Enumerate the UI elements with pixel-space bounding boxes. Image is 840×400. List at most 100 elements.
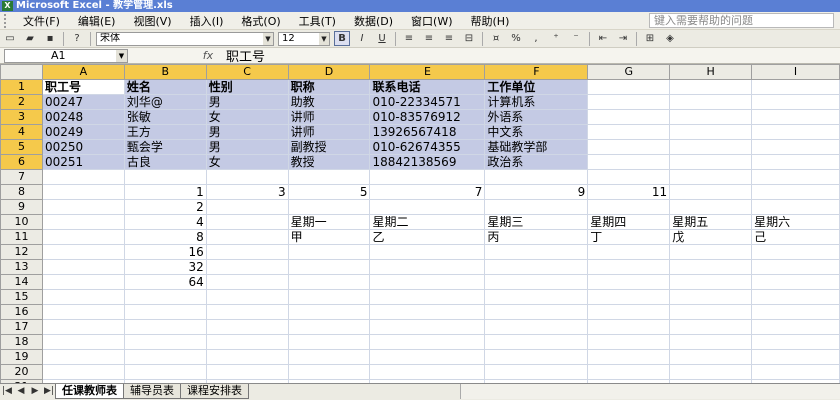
menu-file[interactable]: 文件(F) [14,13,69,29]
align-right-icon[interactable]: ≡ [441,31,457,46]
bold-button[interactable]: B [334,31,350,46]
cell-a10[interactable] [41,214,125,230]
cell-g11[interactable]: 丁 [587,229,671,245]
cell-c14[interactable] [205,274,289,290]
cell-d14[interactable] [287,274,371,290]
row-header-15[interactable]: 15 [0,289,43,305]
cell-a18[interactable] [41,334,125,350]
cell-d18[interactable] [287,334,371,350]
help-icon[interactable]: ? [69,31,85,46]
cell-i11[interactable]: 己 [751,229,840,245]
new-document-icon[interactable]: ▭ [2,31,18,46]
cell-d20[interactable] [287,364,371,380]
cell-e5[interactable]: 010-62674355 [369,139,486,155]
cell-a19[interactable] [41,349,125,365]
cell-e4[interactable]: 13926567418 [369,124,486,140]
decrease-indent-icon[interactable]: ⇤ [595,31,611,46]
row-header-14[interactable]: 14 [0,274,43,290]
cell-h6[interactable] [669,154,753,170]
borders-icon[interactable]: ⊞ [642,31,658,46]
cell-d11[interactable]: 甲 [287,229,371,245]
cell-b16[interactable] [123,304,207,320]
cell-e8[interactable]: 7 [369,184,486,200]
cell-d16[interactable] [287,304,371,320]
column-header-g[interactable]: G [587,64,671,80]
fill-color-icon[interactable]: ◈ [662,31,678,46]
cell-d13[interactable] [287,259,371,275]
row-header-7[interactable]: 7 [0,169,43,185]
cell-i17[interactable] [751,319,840,335]
cell-a3[interactable]: 00248 [41,109,125,125]
cell-i5[interactable] [751,139,840,155]
cell-c5[interactable]: 男 [205,139,289,155]
align-center-icon[interactable]: ≡ [421,31,437,46]
cell-d19[interactable] [287,349,371,365]
cell-g2[interactable] [587,94,671,110]
cell-c19[interactable] [205,349,289,365]
menu-insert[interactable]: 插入(I) [181,13,233,29]
cell-i6[interactable] [751,154,840,170]
percent-button[interactable]: % [508,31,524,46]
cell-i10[interactable]: 星期六 [751,214,840,230]
cell-f17[interactable] [484,319,589,335]
cell-g16[interactable] [587,304,671,320]
cell-a20[interactable] [41,364,125,380]
cell-b20[interactable] [123,364,207,380]
increase-indent-icon[interactable]: ⇥ [615,31,631,46]
cell-g19[interactable] [587,349,671,365]
cell-h17[interactable] [669,319,753,335]
cell-i4[interactable] [751,124,840,140]
cell-g3[interactable] [587,109,671,125]
row-header-16[interactable]: 16 [0,304,43,320]
column-header-d[interactable]: D [287,64,371,80]
cell-b18[interactable] [123,334,207,350]
cell-e1[interactable]: 联系电话 [369,79,486,95]
cell-f2[interactable]: 计算机系 [484,94,589,110]
cell-b5[interactable]: 甄会学 [123,139,207,155]
row-header-18[interactable]: 18 [0,334,43,350]
increase-decimal-icon[interactable]: ⁺ [548,31,564,46]
cell-b9[interactable]: 2 [123,199,207,215]
cell-b3[interactable]: 张敏 [123,109,207,125]
row-header-4[interactable]: 4 [0,124,43,140]
cell-f4[interactable]: 中文系 [484,124,589,140]
cell-d9[interactable] [287,199,371,215]
cell-h7[interactable] [669,169,753,185]
cell-b12[interactable]: 16 [123,244,207,260]
cell-a14[interactable] [41,274,125,290]
column-header-e[interactable]: E [369,64,486,80]
horizontal-scrollbar[interactable] [460,384,840,399]
cell-f1[interactable]: 工作单位 [484,79,589,95]
cell-h15[interactable] [669,289,753,305]
cell-f18[interactable] [484,334,589,350]
help-search-input[interactable]: 键入需要帮助的问题 [649,13,834,28]
chevron-down-icon[interactable]: ▼ [116,49,127,62]
cell-f7[interactable] [484,169,589,185]
menu-edit[interactable]: 编辑(E) [69,13,125,29]
cell-b6[interactable]: 古良 [123,154,207,170]
column-header-h[interactable]: H [669,64,753,80]
currency-icon[interactable]: ¤ [488,31,504,46]
cell-b4[interactable]: 王方 [123,124,207,140]
cell-d1[interactable]: 职称 [287,79,371,95]
cell-a6[interactable]: 00251 [41,154,125,170]
cell-d12[interactable] [287,244,371,260]
cell-d7[interactable] [287,169,371,185]
cell-d15[interactable] [287,289,371,305]
comma-style-icon[interactable]: , [528,31,544,46]
prev-sheet-icon[interactable]: ◀ [14,384,28,398]
cell-f8[interactable]: 9 [484,184,589,200]
cell-e10[interactable]: 星期二 [369,214,486,230]
row-header-1[interactable]: 1 [0,79,43,95]
cell-g15[interactable] [587,289,671,305]
first-sheet-icon[interactable]: |◀ [0,384,14,398]
cell-d2[interactable]: 助教 [287,94,371,110]
cell-a8[interactable] [41,184,125,200]
cell-e19[interactable] [369,349,486,365]
cell-c6[interactable]: 女 [205,154,289,170]
row-header-6[interactable]: 6 [0,154,43,170]
cell-i3[interactable] [751,109,840,125]
cell-h14[interactable] [669,274,753,290]
cell-e18[interactable] [369,334,486,350]
cell-f20[interactable] [484,364,589,380]
